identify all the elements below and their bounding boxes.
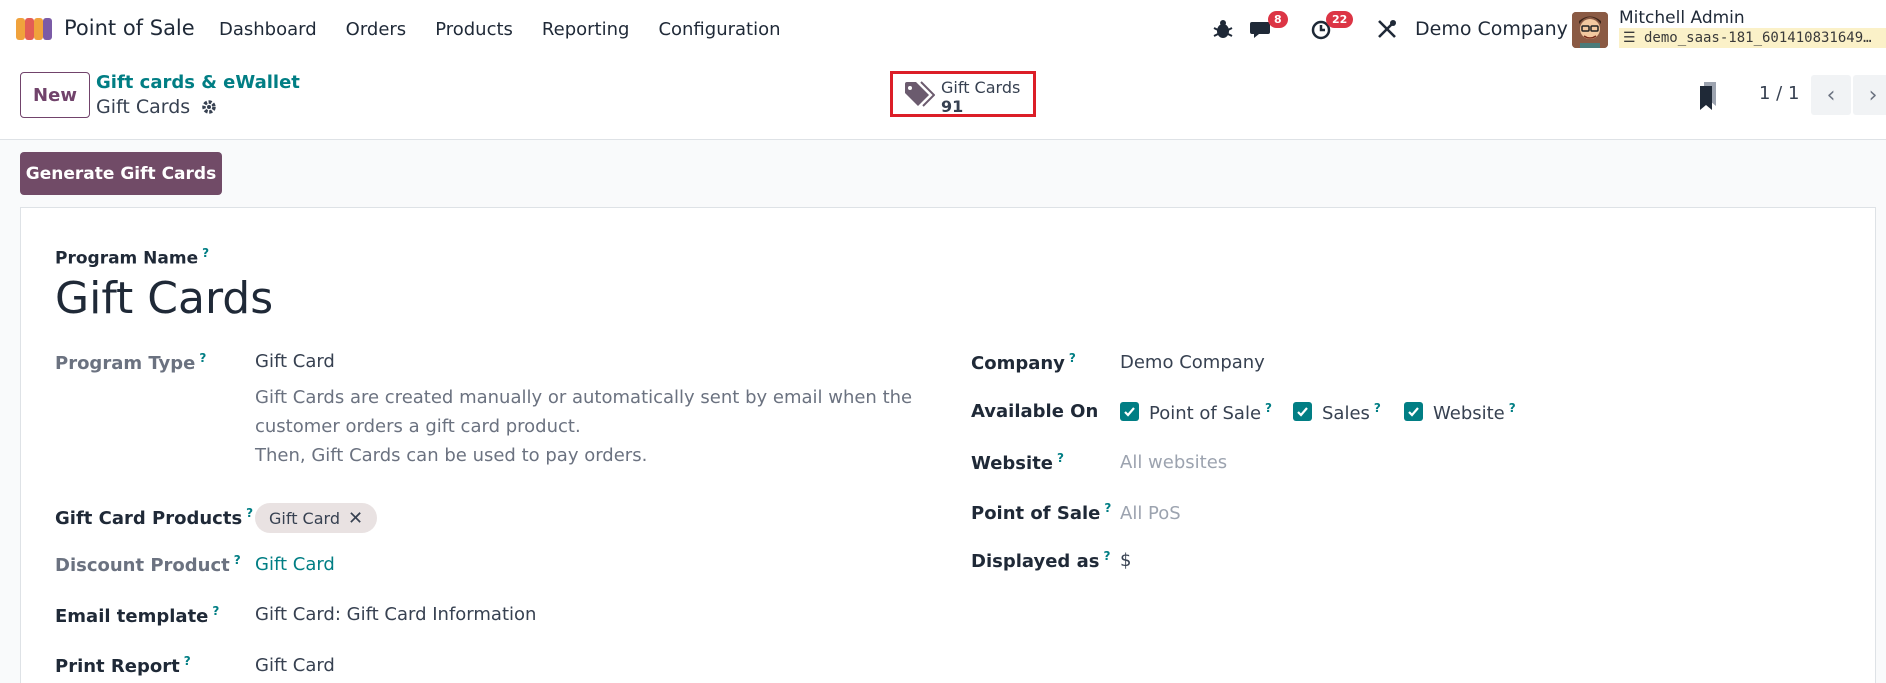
displayed-as-field[interactable]: $: [1120, 550, 1131, 571]
displayed-as-label: Displayed as?: [971, 549, 1110, 572]
website-checkbox-text: Website: [1433, 403, 1505, 424]
check-icon: [1297, 407, 1308, 417]
database-icon: ☰: [1623, 30, 1636, 46]
program-type-label-text: Program Type: [55, 353, 196, 374]
website-label-text: Website: [971, 453, 1054, 474]
help-tooltip[interactable]: ?: [212, 604, 219, 618]
website-checkbox-label: Website?: [1433, 401, 1516, 424]
help-tooltip[interactable]: ?: [1374, 401, 1381, 415]
help-tooltip[interactable]: ?: [202, 246, 209, 260]
company-switcher[interactable]: Demo Company: [1415, 18, 1568, 40]
pager-next-button[interactable]: ›: [1853, 75, 1886, 115]
database-label: demo_saas-181_601410831649…: [1644, 30, 1872, 46]
messages-badge: 8: [1268, 11, 1288, 28]
tags-icon: [905, 81, 935, 107]
description-line-1: Gift Cards are created manually or autom…: [255, 387, 913, 437]
pager-previous-button[interactable]: ‹: [1811, 75, 1851, 115]
help-tooltip[interactable]: ?: [1104, 501, 1111, 515]
menu-dashboard[interactable]: Dashboard: [219, 19, 317, 40]
sales-checkbox-text: Sales: [1322, 403, 1370, 424]
form-sheet: Program Name? Gift Cards Program Type? G…: [20, 207, 1876, 683]
program-type-label: Program Type?: [55, 351, 206, 374]
website-field[interactable]: All websites: [1120, 452, 1227, 473]
point-of-sale-field[interactable]: All PoS: [1120, 503, 1181, 524]
top-navbar: Point of Sale Dashboard Orders Products …: [0, 0, 1886, 58]
company-label: Company?: [971, 351, 1076, 374]
new-button[interactable]: New: [20, 72, 90, 118]
help-tooltip[interactable]: ?: [1265, 401, 1272, 415]
generate-gift-cards-button[interactable]: Generate Gift Cards: [20, 152, 222, 195]
breadcrumb-current-label: Gift Cards: [96, 96, 191, 118]
available-on-label: Available On: [971, 401, 1099, 422]
app-name[interactable]: Point of Sale: [64, 16, 195, 40]
menu-reporting[interactable]: Reporting: [542, 19, 630, 40]
program-name-label: Program Name?: [55, 246, 209, 269]
help-tooltip[interactable]: ?: [1069, 351, 1076, 365]
menu-orders[interactable]: Orders: [346, 19, 407, 40]
point-of-sale-label: Point of Sale?: [971, 501, 1111, 524]
displayed-as-label-text: Displayed as: [971, 551, 1100, 572]
avatar[interactable]: [1572, 12, 1608, 48]
pos-checkbox[interactable]: [1120, 402, 1139, 421]
check-icon: [1124, 407, 1135, 417]
help-tooltip[interactable]: ?: [246, 506, 253, 520]
help-tooltip[interactable]: ?: [199, 351, 206, 365]
program-type-description: Gift Cards are created manually or autom…: [255, 383, 915, 470]
sales-checkbox-label: Sales?: [1322, 401, 1381, 424]
program-name-label-text: Program Name: [55, 248, 199, 269]
database-name: ☰ demo_saas-181_601410831649…: [1619, 28, 1886, 48]
program-type-field[interactable]: Gift Card: [255, 351, 335, 372]
stat-label: Gift Cards: [941, 78, 1021, 97]
print-report-field[interactable]: Gift Card: [255, 655, 335, 676]
bug-icon[interactable]: [1211, 18, 1235, 40]
main-menu: Dashboard Orders Products Reporting Conf…: [219, 19, 810, 40]
tag-label: Gift Card: [269, 508, 340, 528]
gear-icon[interactable]: [200, 98, 218, 116]
website-checkbox[interactable]: [1404, 402, 1423, 421]
help-tooltip[interactable]: ?: [234, 553, 241, 567]
help-tooltip[interactable]: ?: [1057, 451, 1064, 465]
discount-product-label: Discount Product?: [55, 553, 241, 576]
breadcrumb-parent[interactable]: Gift cards & eWallet: [96, 72, 300, 93]
gift-card-product-tag[interactable]: Gift Card ✕: [255, 503, 378, 533]
website-label: Website?: [971, 451, 1064, 474]
print-report-label: Print Report?: [55, 654, 191, 677]
control-panel: New Gift cards & eWallet Gift Cards Gift…: [0, 58, 1886, 140]
pos-checkbox-text: Point of Sale: [1149, 403, 1262, 424]
sales-checkbox[interactable]: [1293, 402, 1312, 421]
stat-value: 91: [941, 97, 964, 116]
email-template-label-text: Email template: [55, 606, 209, 627]
print-report-label-text: Print Report: [55, 656, 180, 677]
description-line-2: Then, Gift Cards can be used to pay orde…: [255, 445, 648, 466]
gift-card-products-label-text: Gift Card Products: [55, 508, 243, 529]
remove-tag-icon[interactable]: ✕: [348, 508, 363, 529]
user-name[interactable]: Mitchell Admin: [1619, 8, 1745, 28]
menu-configuration[interactable]: Configuration: [658, 19, 780, 40]
tools-icon[interactable]: [1375, 18, 1399, 40]
company-field[interactable]: Demo Company: [1120, 352, 1265, 373]
help-tooltip[interactable]: ?: [1103, 549, 1110, 563]
help-tooltip[interactable]: ?: [1509, 401, 1516, 415]
email-template-field[interactable]: Gift Card: Gift Card Information: [255, 604, 536, 625]
program-name-field[interactable]: Gift Cards: [55, 273, 273, 324]
company-label-text: Company: [971, 353, 1065, 374]
pager-value[interactable]: 1 / 1: [1759, 83, 1799, 104]
activities-badge: 22: [1326, 11, 1354, 28]
email-template-label: Email template?: [55, 604, 219, 627]
gift-cards-stat-button[interactable]: Gift Cards 91: [890, 71, 1036, 117]
menu-products[interactable]: Products: [435, 19, 513, 40]
help-tooltip[interactable]: ?: [184, 654, 191, 668]
pos-app-icon[interactable]: [16, 16, 52, 42]
pos-checkbox-label: Point of Sale?: [1149, 401, 1272, 424]
breadcrumb-current: Gift Cards: [96, 96, 218, 118]
point-of-sale-label-text: Point of Sale: [971, 503, 1101, 524]
discount-product-field[interactable]: Gift Card: [255, 554, 335, 575]
gift-card-products-label: Gift Card Products?: [55, 506, 253, 529]
check-icon: [1408, 407, 1419, 417]
bookmark-icon[interactable]: [1700, 82, 1718, 110]
discount-product-label-text: Discount Product: [55, 555, 230, 576]
